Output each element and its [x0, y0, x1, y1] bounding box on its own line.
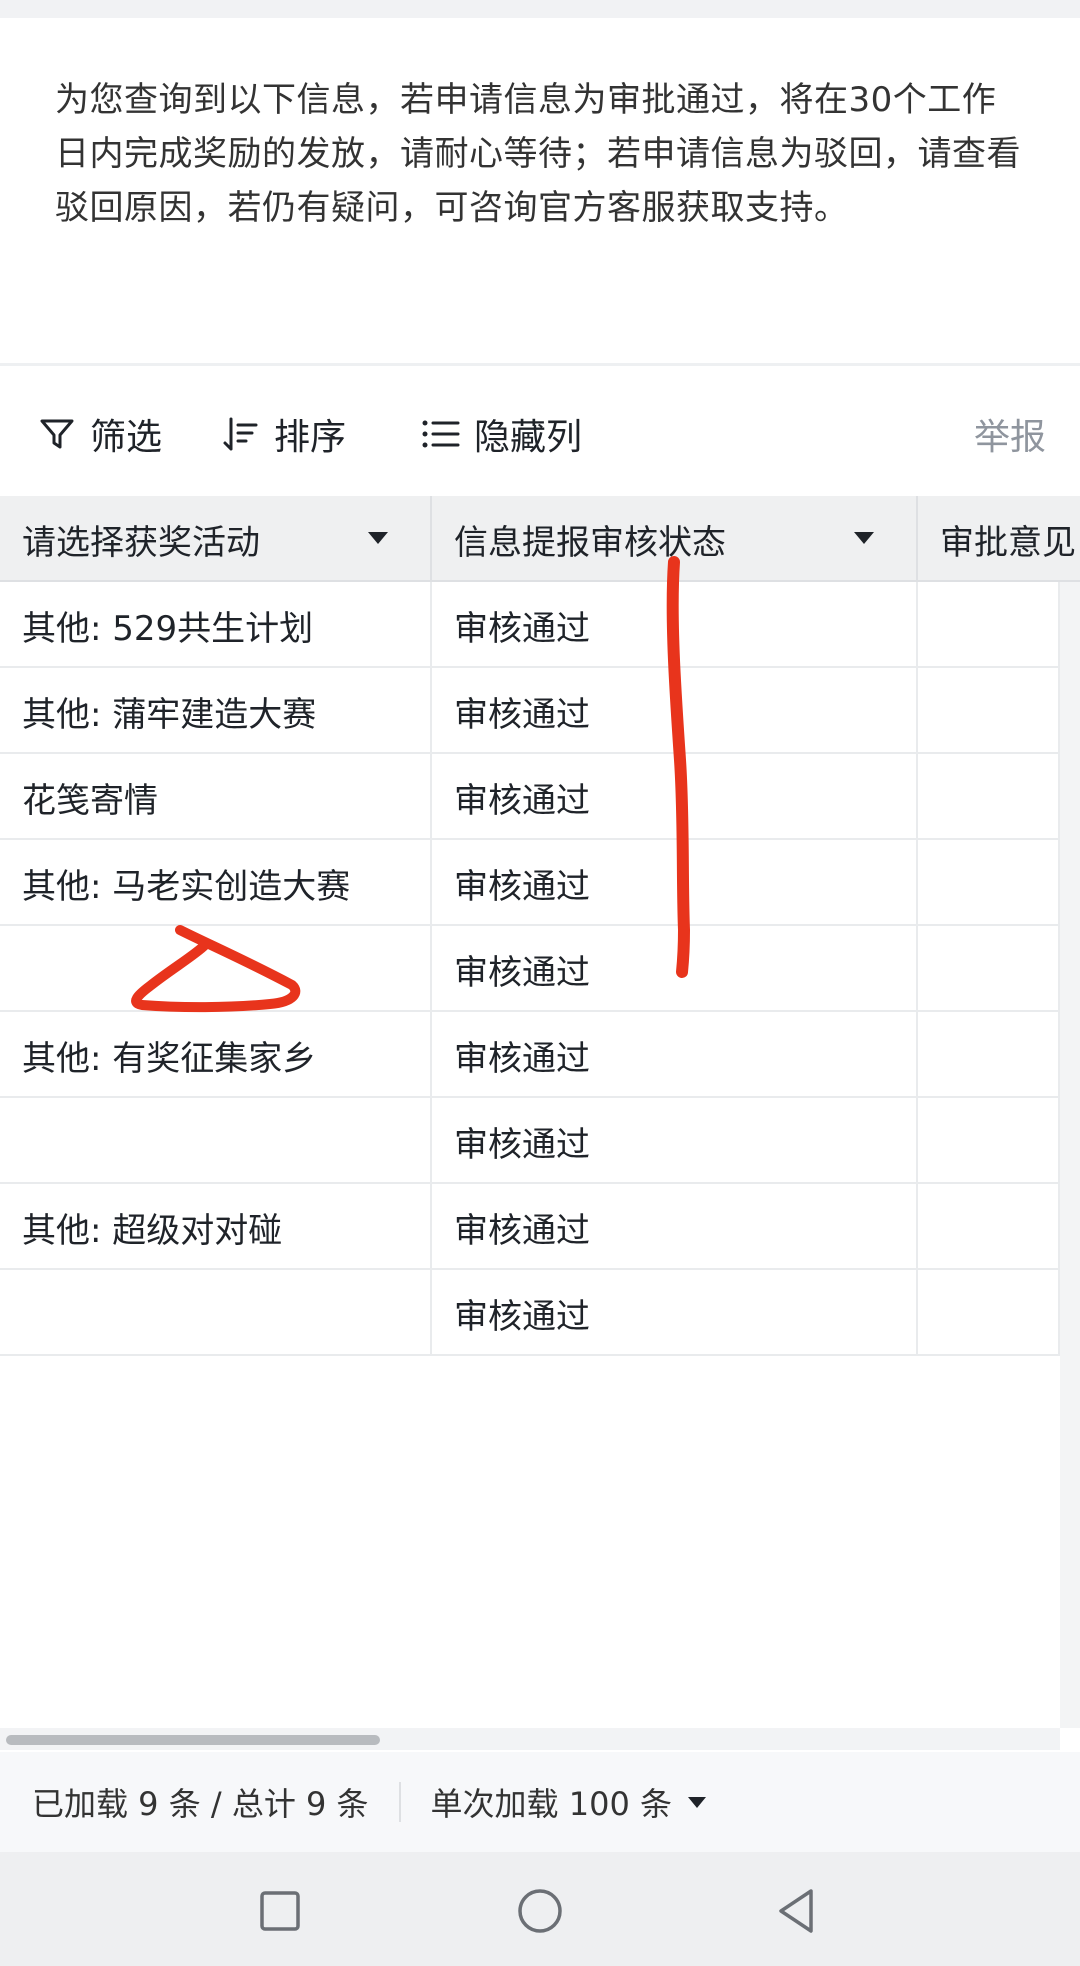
filter-label: 筛选 — [90, 417, 163, 458]
cell-opinion — [918, 582, 1060, 668]
table-row[interactable]: 其他: 529共生计划 审核通过 — [0, 582, 1080, 668]
cell-activity: 其他: 马老实创造大赛 — [0, 840, 432, 926]
cell-activity — [0, 926, 432, 1012]
cell-opinion — [918, 754, 1060, 840]
cell-activity: 其他: 超级对对碰 — [0, 1184, 432, 1270]
loaded-count-text: 已加载 9 条 / 总计 9 条 — [32, 1785, 369, 1823]
column-header-label: 信息提报审核状态 — [454, 522, 726, 563]
filter-button[interactable]: 筛选 — [38, 406, 162, 462]
horizontal-scrollbar-thumb[interactable] — [6, 1735, 380, 1745]
cell-activity: 其他: 有奖征集家乡 — [0, 1012, 432, 1098]
cell-status: 审核通过 — [432, 1098, 918, 1184]
sort-button[interactable]: 排序 — [222, 406, 346, 462]
cell-opinion — [918, 668, 1060, 754]
filter-icon — [40, 419, 74, 449]
cell-status: 审核通过 — [432, 840, 918, 926]
chevron-down-icon[interactable] — [854, 532, 874, 544]
cell-status: 审核通过 — [432, 926, 918, 1012]
recent-apps-button[interactable] — [245, 1876, 315, 1946]
cell-status: 审核通过 — [432, 582, 918, 668]
hide-columns-button[interactable]: 隐藏列 — [420, 406, 582, 462]
report-link[interactable]: 举报 — [974, 406, 1046, 462]
sort-icon — [223, 417, 258, 451]
notice-text: 为您查询到以下信息，若申请信息为审批通过，将在30个工作日内完成奖励的发放，请耐… — [55, 80, 1021, 228]
table-row[interactable]: 其他: 马老实创造大赛 审核通过 — [0, 840, 1080, 926]
table-row[interactable]: 其他: 超级对对碰 审核通过 — [0, 1184, 1080, 1270]
cell-activity — [0, 1098, 432, 1184]
page-size-select[interactable]: 单次加载 100 条 — [431, 1779, 706, 1825]
cell-opinion — [918, 926, 1060, 1012]
cell-opinion — [918, 1012, 1060, 1098]
table-row[interactable]: 花笺寄情 审核通过 — [0, 754, 1080, 840]
cell-status: 审核通过 — [432, 1270, 918, 1356]
cell-activity: 花笺寄情 — [0, 754, 432, 840]
hide-columns-label: 隐藏列 — [474, 417, 583, 458]
footer-divider — [398, 1782, 401, 1822]
vertical-scrollbar[interactable] — [1060, 582, 1080, 1728]
chevron-down-icon — [687, 1796, 706, 1808]
cell-opinion — [918, 1270, 1060, 1356]
table-row[interactable]: 其他: 有奖征集家乡 审核通过 — [0, 1012, 1080, 1098]
column-header-label: 请选择获奖活动 — [22, 522, 260, 563]
triangle-back-icon — [779, 1889, 813, 1933]
table-row[interactable]: 审核通过 — [0, 1270, 1080, 1356]
cell-activity: 其他: 529共生计划 — [0, 582, 432, 668]
circle-icon — [518, 1889, 562, 1933]
cell-activity: 其他: 蒲牢建造大赛 — [0, 668, 432, 754]
square-icon — [260, 1891, 300, 1931]
column-header-opinion[interactable]: 审批意见 — [918, 496, 1080, 582]
back-button[interactable] — [762, 1876, 832, 1946]
top-strip — [0, 0, 1080, 18]
column-header-label: 审批意见 — [940, 522, 1076, 563]
list-icon — [422, 420, 460, 448]
cell-status: 审核通过 — [432, 754, 918, 840]
table-row[interactable]: 审核通过 — [0, 1098, 1080, 1184]
page-size-label: 单次加载 100 条 — [430, 1785, 672, 1823]
column-header-status[interactable]: 信息提报审核状态 — [432, 496, 918, 582]
cell-status: 审核通过 — [432, 1012, 918, 1098]
cell-status: 审核通过 — [432, 668, 918, 754]
toolbar: 筛选 排序 隐藏列 举报 — [0, 366, 1080, 496]
cell-opinion — [918, 1184, 1060, 1270]
home-button[interactable] — [505, 1876, 575, 1946]
cell-opinion — [918, 1098, 1060, 1184]
column-header-activity[interactable]: 请选择获奖活动 — [0, 496, 432, 582]
table-header: 请选择获奖活动 信息提报审核状态 审批意见 — [0, 496, 1080, 582]
pagination-footer: 已加载 9 条 / 总计 9 条 单次加载 100 条 — [0, 1752, 1080, 1852]
cell-status: 审核通过 — [432, 1184, 918, 1270]
chevron-down-icon[interactable] — [368, 532, 388, 544]
system-navigation-bar — [0, 1852, 1080, 1966]
data-table: 请选择获奖活动 信息提报审核状态 审批意见 其他: 529共生计划 审核通过 其… — [0, 496, 1080, 1360]
notice-panel: 为您查询到以下信息，若申请信息为审批通过，将在30个工作日内完成奖励的发放，请耐… — [0, 18, 1080, 363]
cell-activity — [0, 1270, 432, 1356]
table-row[interactable]: 审核通过 — [0, 926, 1080, 1012]
sort-label: 排序 — [274, 417, 347, 458]
table-row[interactable]: 其他: 蒲牢建造大赛 审核通过 — [0, 668, 1080, 754]
cell-opinion — [918, 840, 1060, 926]
